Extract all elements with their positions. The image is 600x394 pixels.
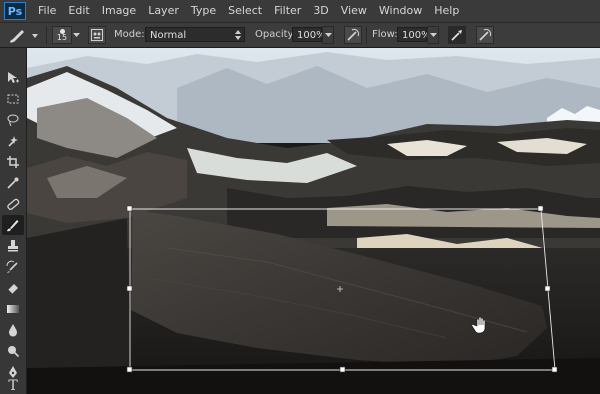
mode-select[interactable]: Normal [145, 27, 245, 42]
flow-label: Flow: [372, 29, 398, 40]
opacity-dropdown[interactable] [322, 26, 334, 44]
canvas-image [27, 48, 600, 394]
menu-layer[interactable]: Layer [142, 0, 185, 22]
mode-value: Normal [150, 30, 187, 41]
gradient-icon [7, 305, 19, 313]
eraser-icon [7, 284, 18, 295]
menu-3d[interactable]: 3D [307, 0, 334, 22]
airbrush-icon [451, 30, 462, 41]
quick-select-icon [8, 136, 18, 147]
move-icon [8, 72, 19, 83]
menu-window[interactable]: Window [373, 0, 428, 22]
history-brush-icon [6, 260, 18, 273]
brush-size-value: 15 [56, 33, 68, 42]
healing-brush-tool[interactable] [2, 194, 24, 214]
crop-tool[interactable] [2, 152, 24, 172]
eraser-tool[interactable] [2, 278, 24, 298]
clone-stamp-tool[interactable] [2, 236, 24, 256]
brush-panel-icon [91, 29, 103, 41]
pressure-opacity-toggle[interactable] [344, 26, 362, 44]
blur-tool[interactable] [2, 320, 24, 340]
separator [46, 26, 47, 44]
chevron-down-icon [73, 32, 80, 37]
menu-edit[interactable]: Edit [62, 0, 95, 22]
pen-icon [9, 366, 17, 378]
history-brush-tool[interactable] [2, 257, 24, 277]
updown-arrow-icon [235, 30, 241, 40]
pen-pressure-icon [347, 29, 359, 41]
document-canvas[interactable] [27, 48, 600, 394]
chevron-down-icon [429, 32, 437, 37]
eyedropper-icon [7, 177, 19, 189]
brush-preset-icon [10, 30, 38, 43]
pen-pressure-size-icon [479, 29, 491, 41]
menu-help[interactable]: Help [428, 0, 465, 22]
lasso-tool[interactable] [2, 110, 24, 130]
opacity-input[interactable]: 100% [292, 27, 326, 42]
dodge-icon [8, 346, 20, 358]
opacity-label: Opacity: [255, 29, 297, 40]
brush-size-picker[interactable]: 15 [52, 26, 72, 44]
menu-select[interactable]: Select [222, 0, 268, 22]
menu-bar: Ps File Edit Image Layer Type Select Fil… [0, 0, 600, 23]
tool-preset-picker[interactable] [6, 25, 40, 49]
bandage-icon [7, 198, 20, 210]
type-tool[interactable]: T [2, 378, 24, 394]
eyedropper-tool[interactable] [2, 173, 24, 193]
flow-dropdown[interactable] [427, 26, 439, 44]
airbrush-toggle[interactable] [448, 26, 466, 44]
separator [366, 26, 367, 44]
menu-file[interactable]: File [32, 0, 62, 22]
brush-panel-toggle[interactable] [88, 26, 106, 44]
crop-icon [7, 156, 19, 168]
menu-type[interactable]: Type [185, 0, 222, 22]
brush-tool[interactable] [2, 215, 24, 235]
tools-panel: T [0, 48, 27, 394]
marquee-tool[interactable] [2, 89, 24, 109]
type-icon: T [8, 378, 18, 394]
lasso-icon [7, 114, 19, 127]
gradient-tool[interactable] [2, 299, 24, 319]
mode-label: Mode: [114, 29, 145, 40]
marquee-icon [7, 94, 19, 104]
brush-size-dropdown[interactable] [72, 26, 81, 44]
menu-filter[interactable]: Filter [268, 0, 307, 22]
flow-input[interactable]: 100% [397, 27, 431, 42]
pressure-size-toggle[interactable] [476, 26, 494, 44]
menu-image[interactable]: Image [96, 0, 142, 22]
stamp-icon [8, 240, 18, 252]
brush-icon [7, 220, 19, 232]
move-tool[interactable] [2, 68, 24, 88]
chevron-down-icon [324, 32, 332, 37]
menu-view[interactable]: View [335, 0, 373, 22]
quick-select-tool[interactable] [2, 131, 24, 151]
photoshop-logo: Ps [4, 2, 26, 20]
droplet-icon [9, 324, 17, 337]
dodge-tool[interactable] [2, 341, 24, 361]
options-bar: 15 Mode: Normal Opacity: 100% Flow: 100% [0, 23, 600, 48]
